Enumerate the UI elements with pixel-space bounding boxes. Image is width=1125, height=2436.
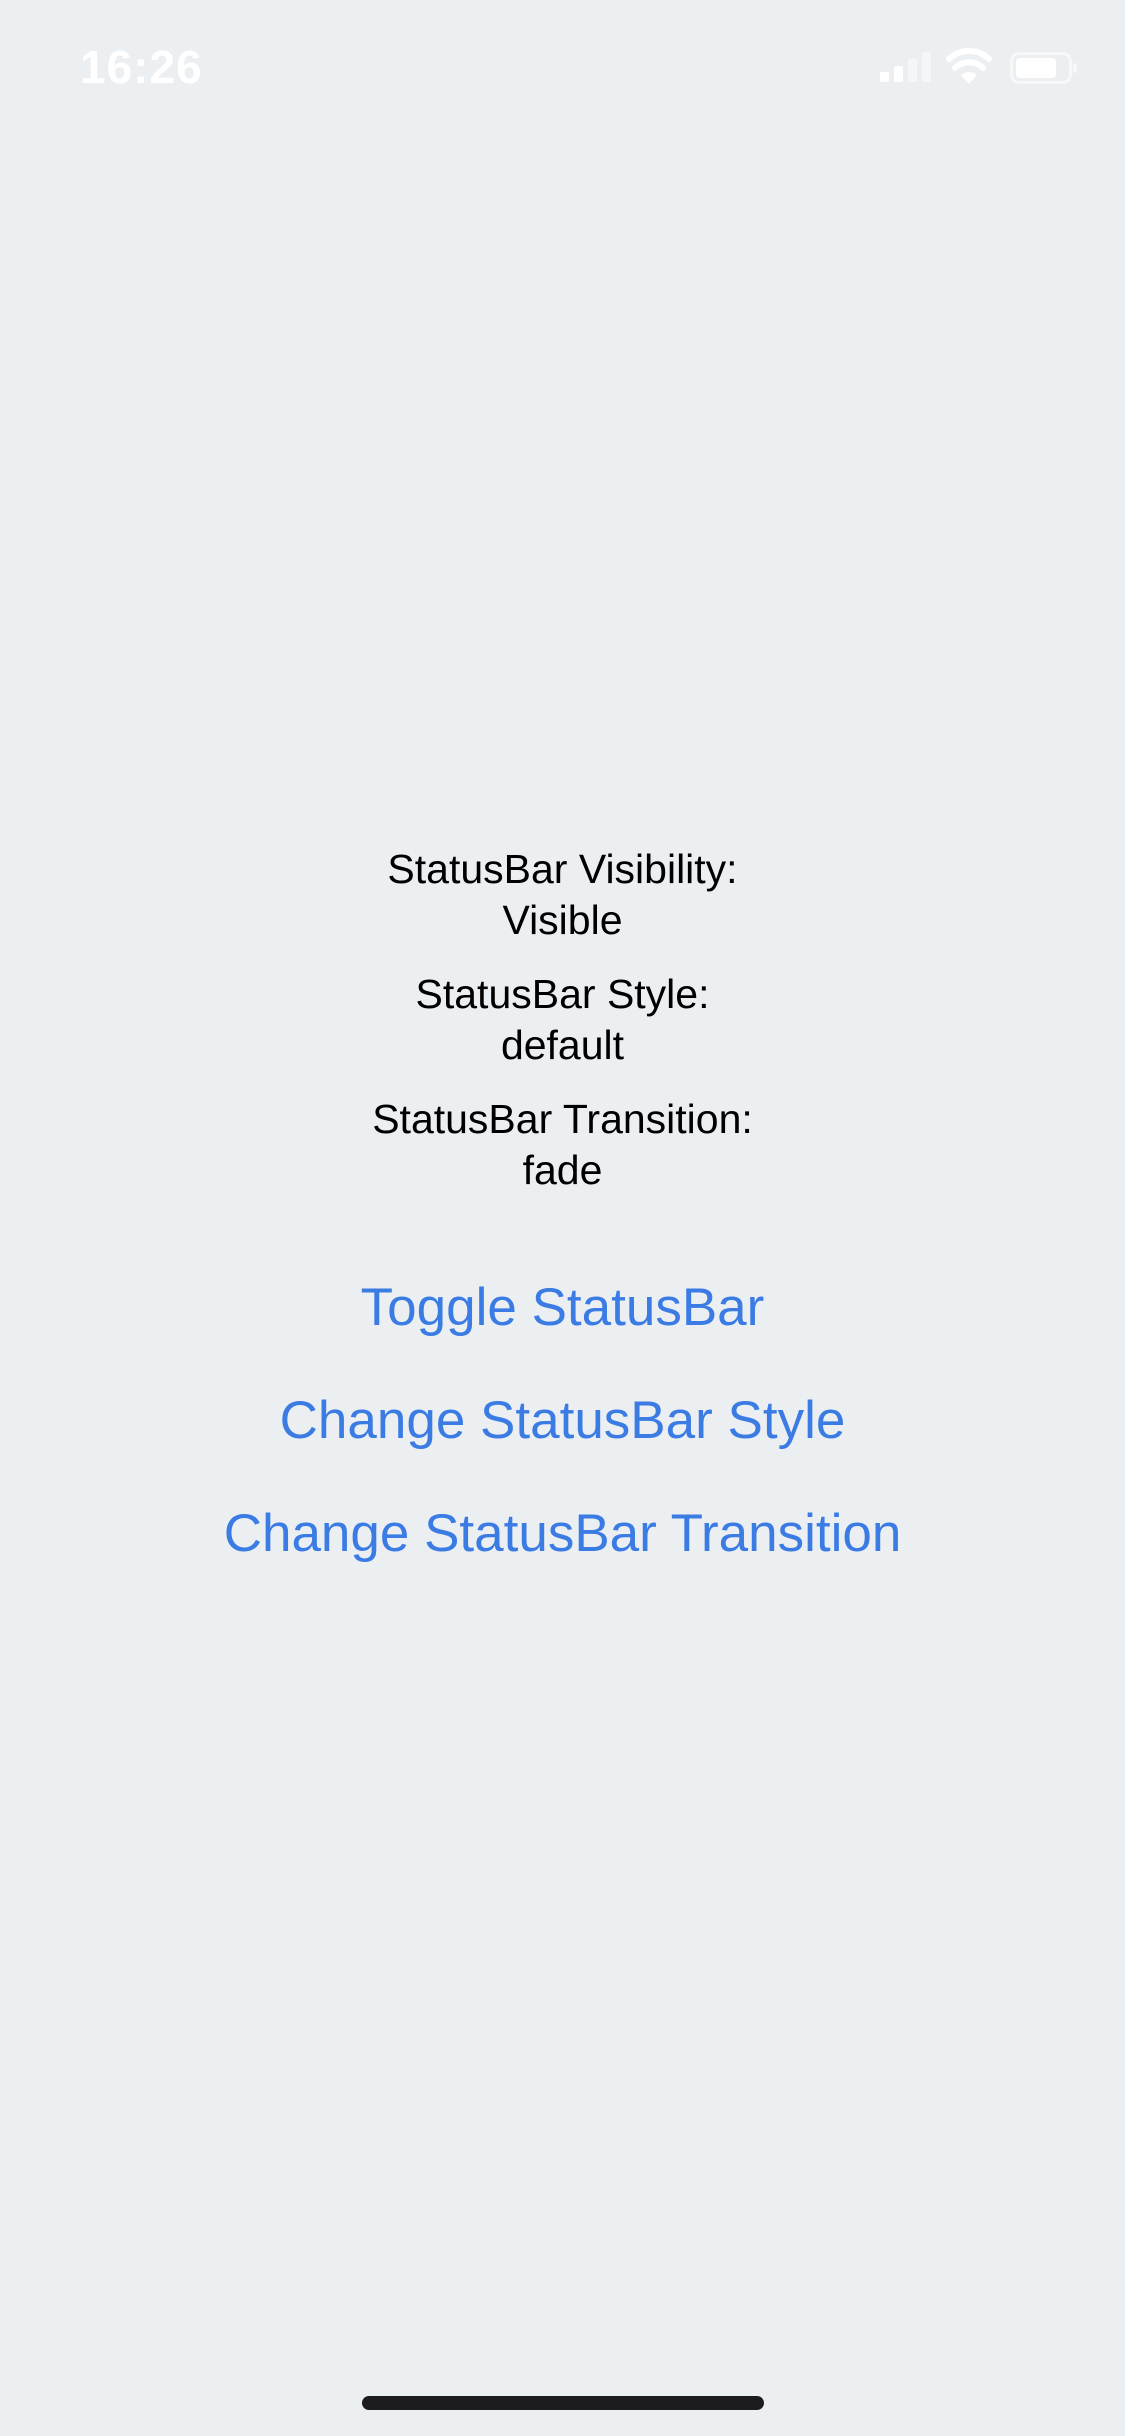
toggle-statusbar-button[interactable]: Toggle StatusBar <box>0 1276 1125 1340</box>
signal-icon <box>880 52 932 87</box>
visibility-info: StatusBar Visibility: Visible <box>0 844 1125 946</box>
status-time: 16:26 <box>80 41 203 93</box>
transition-info: StatusBar Transition: fade <box>0 1094 1125 1196</box>
battery-icon <box>1010 52 1078 89</box>
status-bar: 16:26 <box>0 0 1125 132</box>
home-indicator[interactable] <box>362 2396 764 2410</box>
transition-value: fade <box>522 1147 603 1193</box>
visibility-value: Visible <box>502 897 623 943</box>
transition-label: StatusBar Transition: <box>372 1096 753 1142</box>
style-info: StatusBar Style: default <box>0 969 1125 1071</box>
style-label: StatusBar Style: <box>415 971 710 1017</box>
change-style-button[interactable]: Change StatusBar Style <box>0 1389 1125 1453</box>
style-value: default <box>500 1022 625 1068</box>
wifi-icon <box>946 48 992 89</box>
change-transition-button[interactable]: Change StatusBar Transition <box>0 1502 1125 1566</box>
visibility-label: StatusBar Visibility: <box>387 846 738 892</box>
